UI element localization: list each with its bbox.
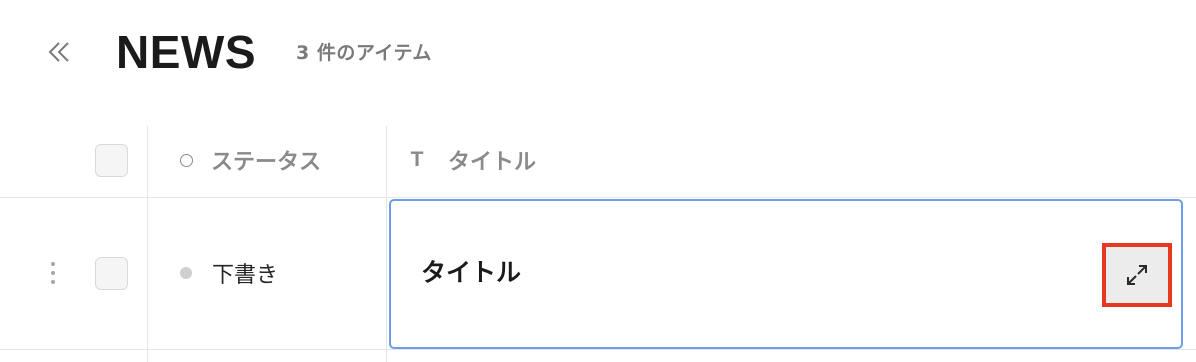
title-cell[interactable]: タイトル (389, 199, 1183, 349)
column-divider (386, 126, 387, 362)
column-header-label: タイトル (448, 150, 537, 175)
column-header-title[interactable]: T タイトル (408, 142, 536, 178)
column-header-status[interactable]: ステータス (180, 142, 321, 178)
circle-icon (180, 153, 193, 167)
double-chevron-left-icon (48, 42, 69, 62)
status-cell[interactable]: 下書き (180, 255, 278, 291)
collapse-sidebar-button[interactable] (40, 34, 80, 70)
drag-dot (51, 280, 55, 284)
header-row-divider (0, 197, 1196, 198)
status-dot-icon (180, 267, 192, 279)
row-select-checkbox[interactable] (95, 257, 128, 290)
drag-dot (51, 271, 55, 275)
expand-row-button[interactable] (1102, 243, 1172, 307)
expand-icon (1127, 265, 1147, 285)
drag-dot (51, 262, 55, 266)
column-divider (147, 126, 148, 362)
page-title: NEWS (116, 26, 256, 78)
column-header-label: ステータス (211, 150, 322, 175)
status-label: 下書き (212, 263, 279, 288)
text-type-icon: T (410, 148, 424, 171)
row-drag-handle[interactable] (44, 258, 62, 288)
select-all-checkbox[interactable] (95, 144, 128, 177)
title-text: タイトル (421, 258, 522, 287)
row-divider (0, 349, 1196, 350)
item-count: 3 件のアイテム (296, 42, 432, 64)
